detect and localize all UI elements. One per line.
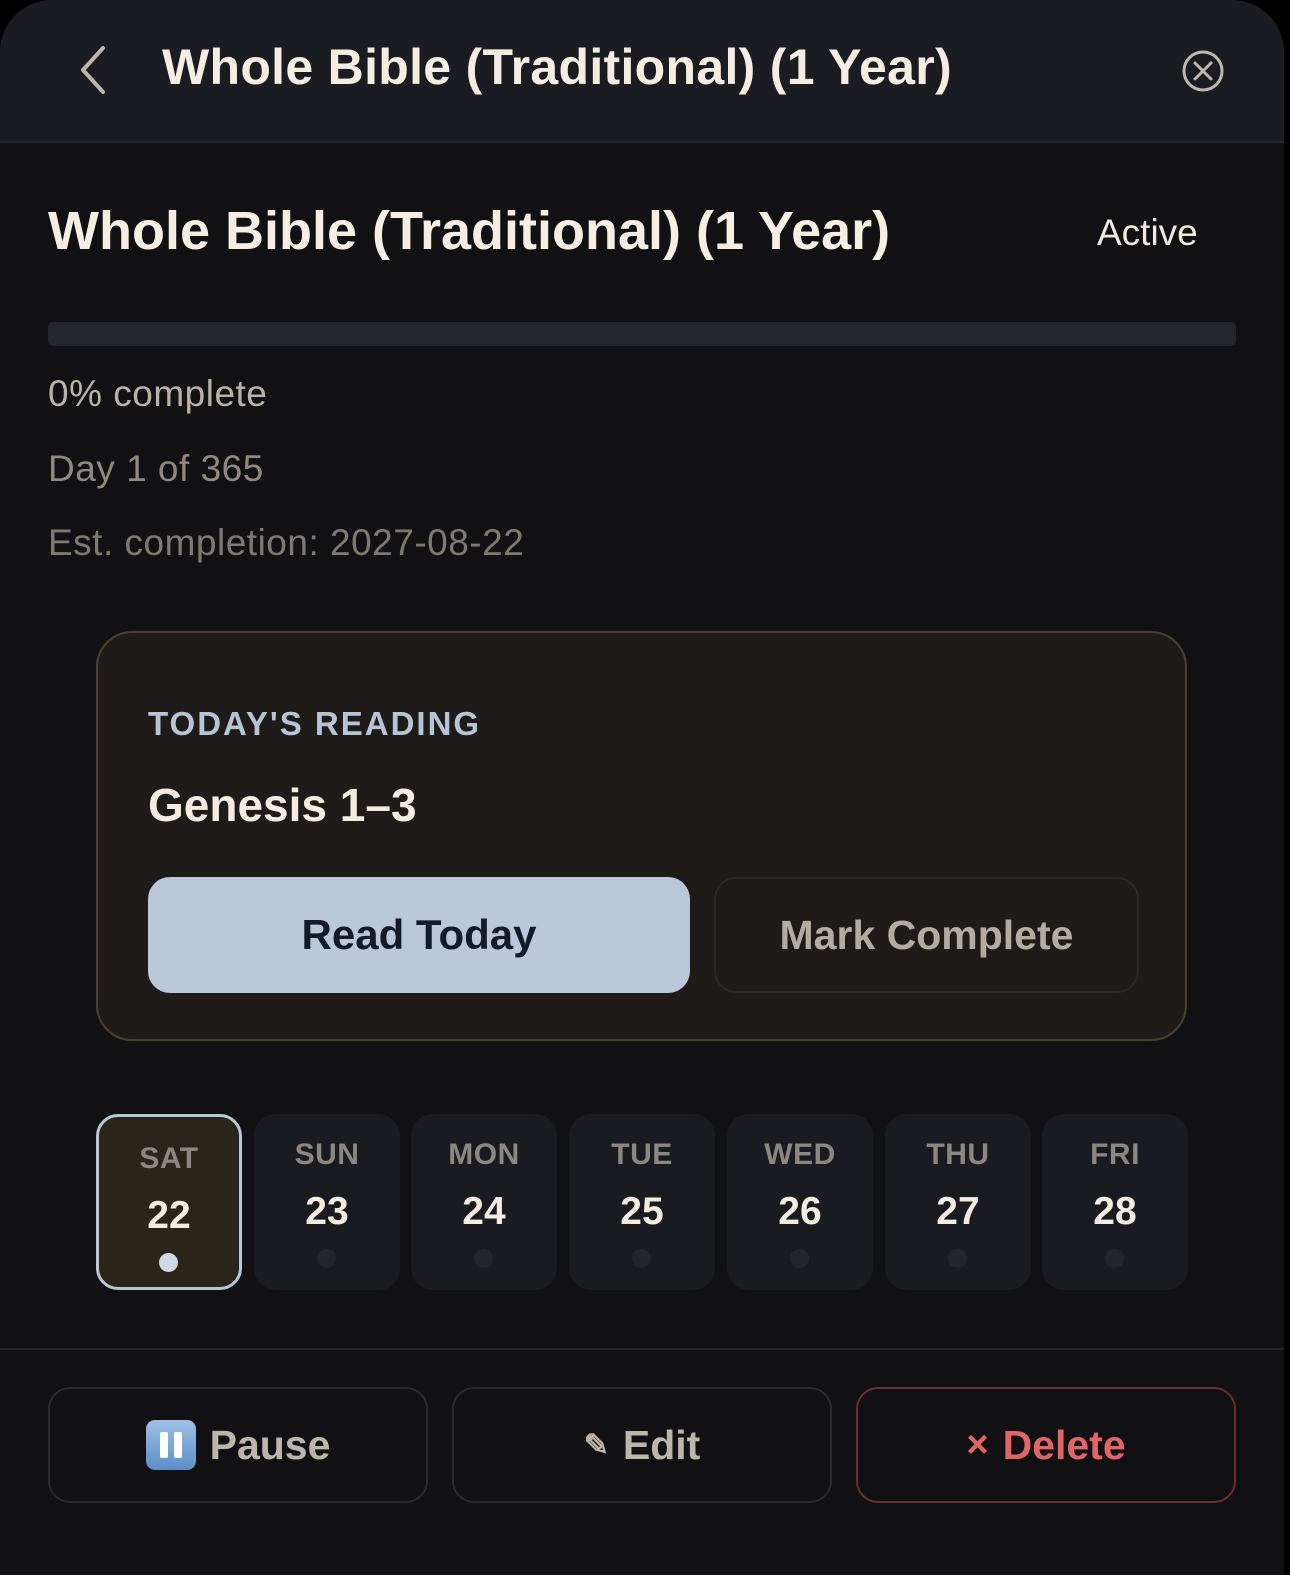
plan-detail-sheet: Whole Bible (Traditional) (1 Year) Whole… (0, 0, 1284, 1575)
day-cell-fri[interactable]: FRI 28 (1042, 1114, 1188, 1290)
back-button[interactable] (58, 34, 128, 106)
footer-divider (0, 1348, 1284, 1350)
day-number: 25 (620, 1190, 664, 1233)
day-cell-mon[interactable]: MON 24 (411, 1114, 557, 1290)
day-name: FRI (1090, 1138, 1140, 1171)
progress-bar (48, 322, 1236, 346)
pause-label: Pause (209, 1421, 331, 1468)
plan-title: Whole Bible (Traditional) (1 Year) (48, 201, 891, 261)
header-title: Whole Bible (Traditional) (1 Year) (162, 39, 952, 95)
status-badge: Active (1097, 212, 1198, 253)
chevron-left-icon (81, 46, 105, 94)
day-indicator-dot (159, 1253, 178, 1272)
day-indicator-dot (1105, 1249, 1124, 1268)
close-button[interactable] (1176, 44, 1230, 98)
todays-reading-label: TODAY'S READING (148, 705, 482, 742)
pencil-icon: ✎ (583, 1428, 609, 1462)
read-today-button[interactable]: Read Today (148, 877, 690, 993)
day-cell-thu[interactable]: THU 27 (885, 1114, 1031, 1290)
pause-button[interactable]: Pause (48, 1387, 428, 1503)
day-number: 28 (1093, 1190, 1137, 1233)
delete-button[interactable]: × Delete (856, 1387, 1236, 1503)
percent-complete: 0% complete (48, 373, 268, 414)
day-cell-sat[interactable]: SAT 22 (96, 1114, 242, 1290)
day-cell-tue[interactable]: TUE 25 (569, 1114, 715, 1290)
estimated-completion: Est. completion: 2027-08-22 (48, 522, 525, 563)
day-indicator-dot (474, 1249, 493, 1268)
delete-label: Delete (1002, 1421, 1126, 1468)
day-number: 26 (778, 1190, 822, 1233)
mark-complete-button[interactable]: Mark Complete (714, 877, 1139, 993)
day-cell-wed[interactable]: WED 26 (727, 1114, 873, 1290)
day-name: MON (448, 1138, 520, 1171)
day-name: SUN (294, 1138, 360, 1171)
close-circle-icon (1182, 50, 1224, 92)
day-number: 27 (936, 1190, 980, 1233)
day-number: 23 (305, 1190, 349, 1233)
day-cell-sun[interactable]: SUN 23 (254, 1114, 400, 1290)
day-counter: Day 1 of 365 (48, 448, 264, 489)
pause-button-icon (145, 1420, 196, 1470)
day-name: WED (764, 1138, 836, 1171)
x-icon: × (966, 1423, 989, 1466)
edit-label: Edit (622, 1421, 701, 1468)
edit-button[interactable]: ✎ Edit (452, 1387, 832, 1503)
day-name: TUE (611, 1138, 673, 1171)
day-name: SAT (139, 1142, 199, 1175)
day-indicator-dot (632, 1249, 651, 1268)
day-number: 22 (147, 1194, 191, 1237)
reading-passage: Genesis 1–3 (148, 779, 417, 831)
header-bar: Whole Bible (Traditional) (1 Year) (0, 0, 1284, 143)
todays-reading-card: TODAY'S READING Genesis 1–3 Read Today M… (96, 631, 1187, 1041)
day-indicator-dot (790, 1249, 809, 1268)
day-name: THU (926, 1138, 990, 1171)
day-indicator-dot (948, 1249, 967, 1268)
day-indicator-dot (317, 1249, 336, 1268)
day-number: 24 (462, 1190, 506, 1233)
